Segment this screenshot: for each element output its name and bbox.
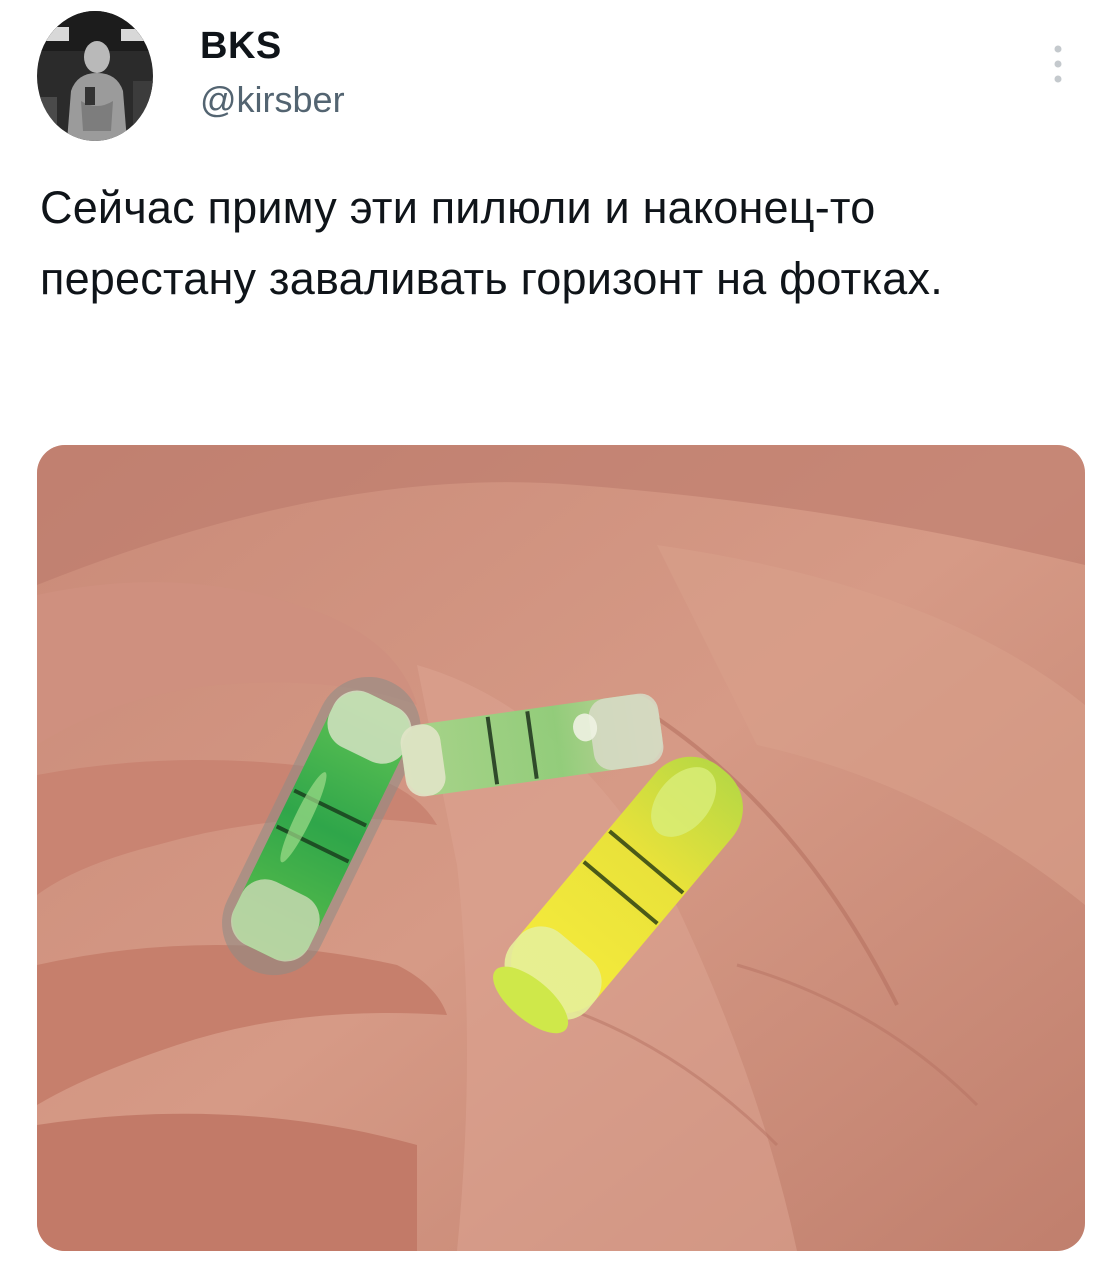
tweet-card: BKS @kirsber Сейчас приму эти пилюли и н… — [0, 0, 1118, 1272]
photo-hand-holding-spirit-level-vials — [37, 445, 1085, 1251]
author-avatar[interactable] — [37, 11, 153, 141]
author-name[interactable]: BKS — [200, 24, 282, 68]
tweet-text: Сейчас приму эти пилюли и наконец-то пер… — [40, 182, 943, 304]
author-handle[interactable]: @kirsber — [200, 79, 345, 121]
tweet-photo[interactable] — [37, 445, 1085, 1251]
more-vertical-icon[interactable] — [1046, 40, 1070, 90]
person-avatar-icon — [37, 11, 153, 141]
